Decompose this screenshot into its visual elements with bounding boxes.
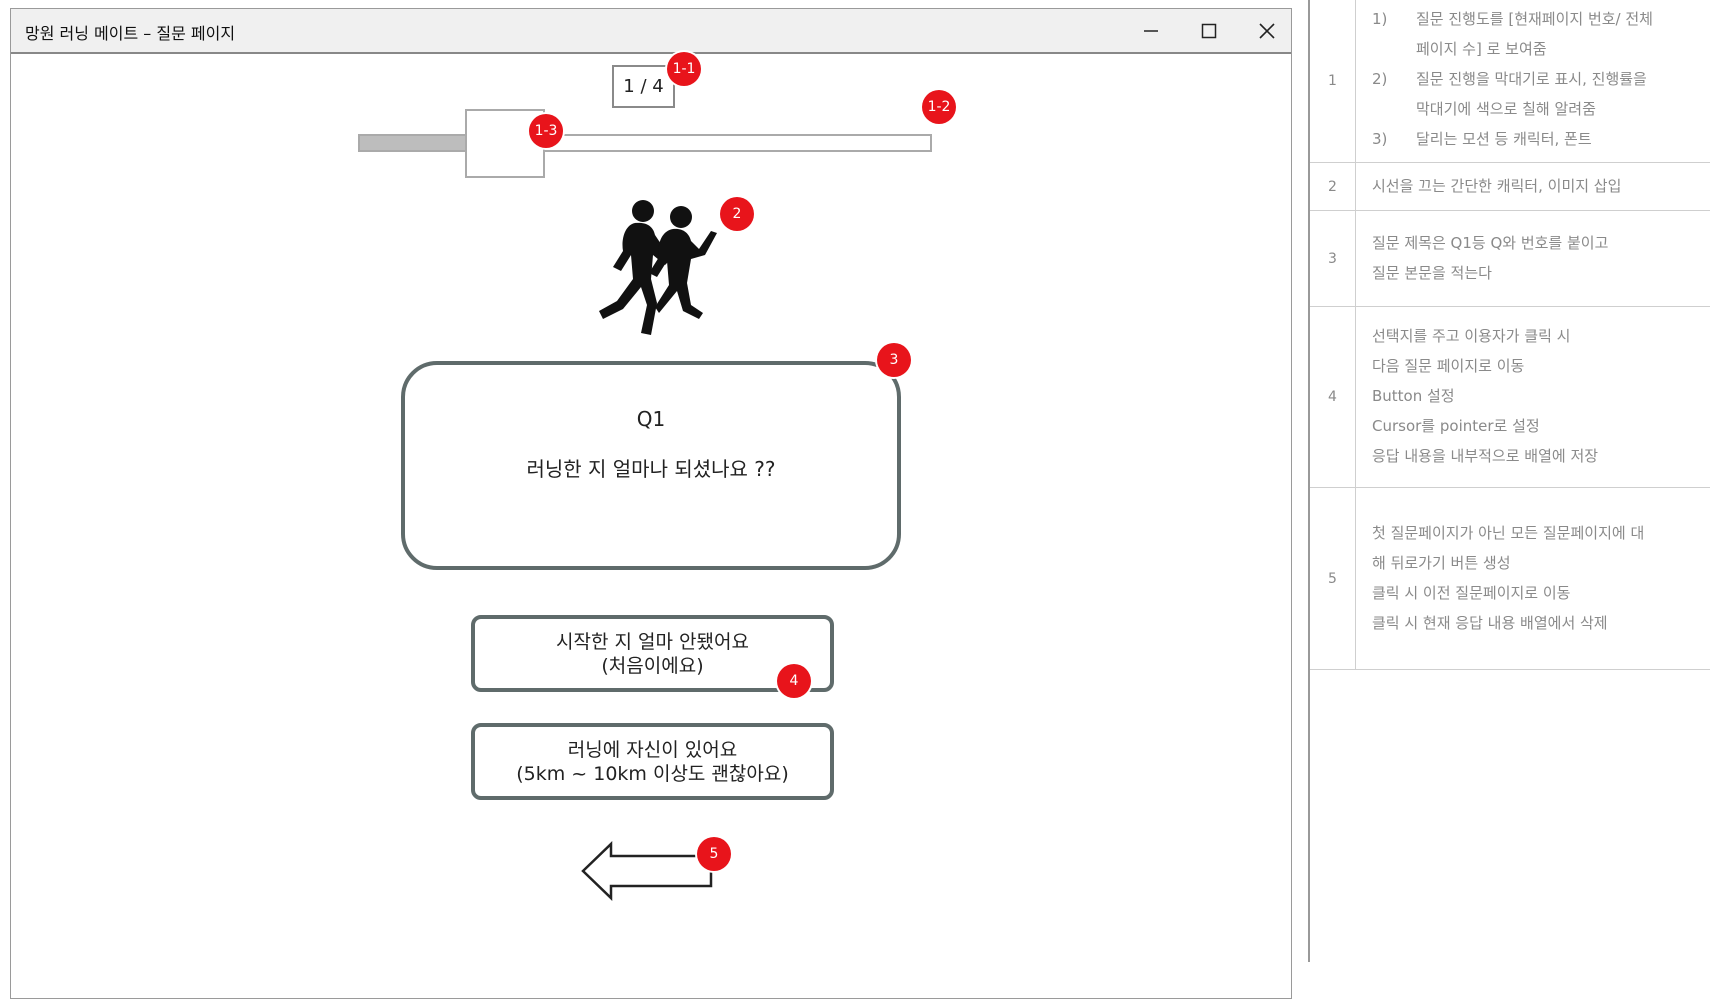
progress-bar [358, 134, 932, 152]
back-button[interactable] [581, 841, 713, 901]
note-item: 3) 달리는 모션 등 캐릭터, 폰트 [1372, 130, 1592, 148]
annotation-marker-1-2: 1-2 [922, 90, 956, 124]
note-number: 3 [1310, 211, 1356, 306]
question-text: 러닝한 지 얼마나 되셨나요 ?? [526, 457, 776, 481]
question-card: Q1 러닝한 지 얼마나 되셨나요 ?? [401, 361, 901, 570]
annotation-marker-1-3: 1-3 [529, 114, 563, 148]
note-row-1: 1 1) 질문 진행도를 [현재페이지 번호/ 전체 페이지 수] 로 보여줌 2)… [1310, 0, 1710, 163]
page-counter: 1 / 4 [612, 65, 675, 108]
note-row-5: 5 첫 질문페이지가 아닌 모든 질문페이지에 대해 뒤로가기 버튼 생성 클릭 … [1310, 488, 1710, 670]
maximize-icon [1201, 23, 1217, 39]
app-window: 망원 러닝 메이트 – 질문 페이지 1 / 4 Q1 러닝한 지 얼마나 되셨… [10, 8, 1292, 999]
annotation-marker-1-1: 1-1 [667, 52, 701, 86]
answer-label: 시작한 지 얼마 안됐어요 [556, 630, 749, 653]
annotation-marker-2: 2 [720, 197, 754, 231]
runner-icon [599, 200, 717, 335]
note-number: 2 [1310, 163, 1356, 210]
annotation-marker-5: 5 [697, 837, 731, 871]
progress-bar-fill [360, 136, 467, 150]
answer-button-2[interactable]: 러닝에 자신이 있어요 (5km ~ 10km 이상도 괜찮아요) [471, 723, 834, 800]
minimize-button[interactable] [1125, 15, 1177, 47]
answer-label: 러닝에 자신이 있어요 [567, 738, 738, 761]
note-row-3: 3 질문 제목은 Q1등 Q와 번호를 붙이고 질문 본문을 적는다 [1310, 211, 1710, 307]
note-row-4: 4 선택지를 주고 이용자가 클릭 시 다음 질문 페이지로 이동 Button 설… [1310, 307, 1710, 488]
back-arrow-icon [581, 841, 713, 901]
close-button[interactable] [1241, 15, 1293, 47]
annotation-marker-4: 4 [777, 664, 811, 698]
note-number: 1 [1310, 0, 1356, 162]
window-title: 망원 러닝 메이트 – 질문 페이지 [25, 24, 236, 43]
note-item: 1) 질문 진행도를 [현재페이지 번호/ 전체 페이지 수] 로 보여줌 [1372, 10, 1653, 58]
close-icon [1259, 23, 1275, 39]
note-number: 5 [1310, 488, 1356, 669]
note-number: 4 [1310, 307, 1356, 487]
note-item: 2) 질문 진행을 막대기로 표시, 진행률을 막대기에 색으로 칠해 알려줌 [1372, 70, 1647, 118]
question-number: Q1 [636, 407, 666, 431]
minimize-icon [1144, 30, 1158, 32]
question-page: 1 / 4 Q1 러닝한 지 얼마나 되셨나요 ?? 시작한 지 얼마 안됐어요… [11, 52, 1291, 998]
answer-sublabel: (5km ~ 10km 이상도 괜찮아요) [516, 762, 789, 785]
answer-sublabel: (처음이에요) [601, 654, 704, 677]
annotation-table: 1 1) 질문 진행도를 [현재페이지 번호/ 전체 페이지 수] 로 보여줌 2)… [1308, 0, 1710, 962]
note-row-2: 2 시선을 끄는 간단한 캐릭터, 이미지 삽입 [1310, 163, 1710, 211]
title-bar: 망원 러닝 메이트 – 질문 페이지 [11, 9, 1291, 54]
annotation-marker-3: 3 [877, 343, 911, 377]
maximize-button[interactable] [1183, 15, 1235, 47]
